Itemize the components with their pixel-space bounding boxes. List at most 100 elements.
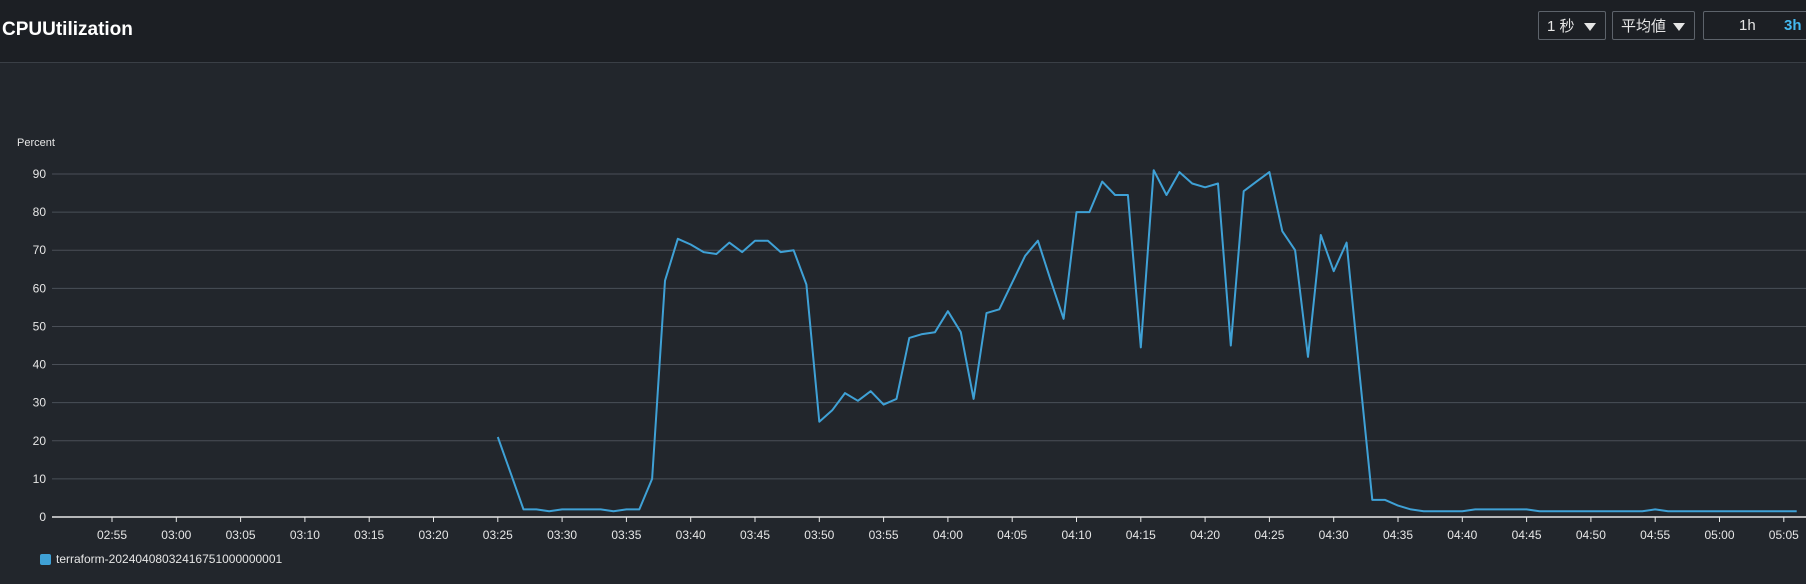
data-point[interactable]	[1087, 210, 1092, 215]
data-point[interactable]	[1601, 509, 1606, 514]
data-point[interactable]	[791, 248, 796, 253]
data-point[interactable]	[585, 507, 590, 512]
data-point[interactable]	[1576, 509, 1581, 514]
data-point[interactable]	[1331, 269, 1336, 274]
data-point[interactable]	[1074, 210, 1079, 215]
data-point[interactable]	[1563, 509, 1568, 514]
range-1h-button[interactable]: 1h	[1739, 12, 1756, 39]
data-point[interactable]	[1524, 507, 1529, 512]
data-point[interactable]	[843, 391, 848, 396]
data-point[interactable]	[637, 507, 642, 512]
data-point[interactable]	[1203, 185, 1208, 190]
data-point[interactable]	[1035, 238, 1040, 243]
data-point[interactable]	[933, 330, 938, 335]
data-point[interactable]	[1511, 507, 1516, 512]
data-point[interactable]	[1254, 179, 1259, 184]
data-point[interactable]	[1306, 354, 1311, 359]
data-point[interactable]	[1164, 193, 1169, 198]
data-point[interactable]	[894, 396, 899, 401]
data-point[interactable]	[740, 250, 745, 255]
data-point[interactable]	[778, 250, 783, 255]
data-point[interactable]	[1768, 509, 1773, 514]
data-point[interactable]	[1653, 507, 1658, 512]
data-point[interactable]	[830, 408, 835, 413]
data-point[interactable]	[1678, 509, 1683, 514]
data-point[interactable]	[997, 307, 1002, 312]
data-point[interactable]	[804, 282, 809, 287]
data-point[interactable]	[1743, 509, 1748, 514]
data-point[interactable]	[1061, 316, 1066, 321]
period-dropdown[interactable]: 1 秒	[1538, 11, 1606, 40]
statistic-dropdown[interactable]: 平均値	[1612, 11, 1695, 40]
data-point[interactable]	[1138, 345, 1143, 350]
data-point[interactable]	[1241, 189, 1246, 194]
data-point[interactable]	[1151, 168, 1156, 173]
data-point[interactable]	[1293, 248, 1298, 253]
data-point[interactable]	[958, 330, 963, 335]
data-point[interactable]	[1550, 509, 1555, 514]
data-point[interactable]	[1434, 509, 1439, 514]
data-point[interactable]	[701, 250, 706, 255]
data-point[interactable]	[1125, 193, 1130, 198]
data-point[interactable]	[1010, 280, 1015, 285]
data-point[interactable]	[727, 240, 732, 245]
data-point[interactable]	[1396, 503, 1401, 508]
data-point[interactable]	[855, 398, 860, 403]
data-point[interactable]	[675, 236, 680, 241]
data-point[interactable]	[1318, 233, 1323, 238]
data-point[interactable]	[1473, 507, 1478, 512]
data-point[interactable]	[495, 435, 500, 440]
data-point[interactable]	[560, 507, 565, 512]
data-point[interactable]	[1447, 509, 1452, 514]
series-line[interactable]	[496, 169, 1797, 513]
data-point[interactable]	[1756, 509, 1761, 514]
data-point[interactable]	[1537, 509, 1542, 514]
data-point[interactable]	[1113, 193, 1118, 198]
data-point[interactable]	[1408, 507, 1413, 512]
data-point[interactable]	[1228, 343, 1233, 348]
data-point[interactable]	[1486, 507, 1491, 512]
data-point[interactable]	[1627, 509, 1632, 514]
data-point[interactable]	[1730, 509, 1735, 514]
data-point[interactable]	[765, 238, 770, 243]
data-point[interactable]	[611, 509, 616, 514]
data-point[interactable]	[1048, 278, 1053, 283]
data-point[interactable]	[573, 507, 578, 512]
range-3h-button[interactable]: 3h	[1784, 12, 1802, 39]
data-point[interactable]	[1177, 170, 1182, 175]
data-point[interactable]	[1781, 509, 1786, 514]
data-point[interactable]	[624, 507, 629, 512]
data-point[interactable]	[1666, 509, 1671, 514]
data-point[interactable]	[1216, 181, 1221, 186]
data-point[interactable]	[1460, 509, 1465, 514]
data-point[interactable]	[688, 242, 693, 247]
data-point[interactable]	[1344, 240, 1349, 245]
data-point[interactable]	[753, 238, 758, 243]
data-point[interactable]	[945, 309, 950, 314]
data-point[interactable]	[1100, 179, 1105, 184]
data-point[interactable]	[1190, 181, 1195, 186]
data-point[interactable]	[1280, 229, 1285, 234]
data-point[interactable]	[1717, 509, 1722, 514]
data-point[interactable]	[508, 471, 513, 476]
data-point[interactable]	[1691, 509, 1696, 514]
data-point[interactable]	[1357, 370, 1362, 375]
data-point[interactable]	[650, 476, 655, 481]
data-point[interactable]	[920, 332, 925, 337]
legend[interactable]: terraform-20240408032416751000000001	[40, 552, 282, 566]
data-point[interactable]	[521, 507, 526, 512]
data-point[interactable]	[714, 252, 719, 257]
data-point[interactable]	[984, 311, 989, 316]
data-point[interactable]	[1640, 509, 1645, 514]
data-point[interactable]	[1498, 507, 1503, 512]
data-point[interactable]	[1267, 170, 1272, 175]
data-point[interactable]	[868, 389, 873, 394]
data-point[interactable]	[1383, 497, 1388, 502]
data-point[interactable]	[598, 507, 603, 512]
data-point[interactable]	[1794, 509, 1799, 514]
data-point[interactable]	[881, 402, 886, 407]
data-point[interactable]	[534, 507, 539, 512]
data-point[interactable]	[1614, 509, 1619, 514]
data-point[interactable]	[1704, 509, 1709, 514]
data-point[interactable]	[547, 509, 552, 514]
